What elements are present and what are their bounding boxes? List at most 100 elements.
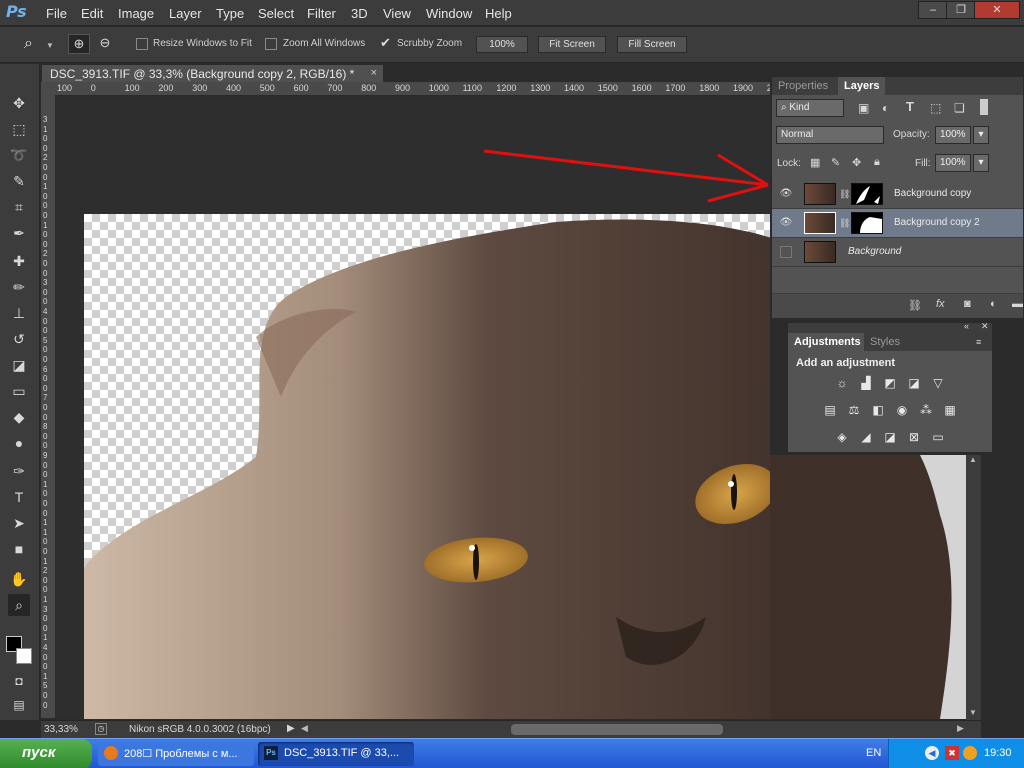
close-tab-icon[interactable]: × xyxy=(371,67,377,79)
layer-row-background[interactable]: Background xyxy=(772,238,1023,267)
scrubby-zoom-checkbox[interactable]: ✔ xyxy=(380,35,391,51)
menu-window[interactable]: Window xyxy=(426,6,472,21)
fill-screen-button[interactable]: Fill Screen xyxy=(617,36,687,53)
vertical-scrollbar[interactable]: ▲ ▼ xyxy=(966,455,981,720)
minimize-button[interactable]: – xyxy=(918,1,948,19)
tab-adjustments[interactable]: Adjustments xyxy=(788,333,867,351)
layer-row-background-copy[interactable]: 👁︎ ⛓ Background copy xyxy=(772,180,1023,209)
fit-screen-button[interactable]: Fit Screen xyxy=(538,36,606,53)
type-tool-icon[interactable]: T xyxy=(8,486,30,508)
taskbar-photoshop[interactable]: Ps DSC_3913.TIF @ 33,... xyxy=(258,742,414,766)
path-select-icon[interactable]: ➤ xyxy=(8,512,30,534)
dodge-tool-icon[interactable]: ● xyxy=(8,432,30,454)
stamp-tool-icon[interactable]: ⊥ xyxy=(8,302,30,324)
update-icon[interactable] xyxy=(963,746,977,760)
blend-mode-select[interactable]: Normal xyxy=(776,126,884,144)
menu-edit[interactable]: Edit xyxy=(81,6,103,21)
panel-close-icon[interactable]: ✕ xyxy=(981,321,989,332)
zoom-tool-icon[interactable]: ⌕ xyxy=(24,35,33,53)
menu-layer[interactable]: Layer xyxy=(169,6,202,21)
fx-icon[interactable]: fx xyxy=(936,298,945,310)
new-adjustment-icon[interactable]: ◐ xyxy=(990,298,997,310)
security-icon[interactable]: ✖ xyxy=(945,746,959,760)
menu-type[interactable]: Type xyxy=(216,6,244,21)
menu-view[interactable]: View xyxy=(383,6,411,21)
blur-tool-icon[interactable]: ◆ xyxy=(8,406,30,428)
lock-all-icon[interactable]: 🔒︎ xyxy=(874,156,880,169)
filter-toggle[interactable] xyxy=(980,99,988,115)
status-menu-icon[interactable]: ▶ xyxy=(287,723,295,734)
zoom-all-checkbox[interactable] xyxy=(265,38,277,50)
shape-tool-icon[interactable]: ■ xyxy=(8,538,30,560)
lock-transparent-icon[interactable]: ▦ xyxy=(810,156,820,169)
lock-pixels-icon[interactable]: ✎ xyxy=(831,156,840,169)
color-lookup-icon[interactable]: ▦ xyxy=(942,403,958,417)
chain-icon[interactable]: ⛓ xyxy=(839,189,850,200)
quick-mask-icon[interactable]: ◘ xyxy=(8,670,30,692)
new-group-icon[interactable]: ▬ xyxy=(1012,298,1023,310)
chain-icon[interactable]: ⛓ xyxy=(839,218,850,229)
lasso-tool-icon[interactable]: ➰ xyxy=(8,144,30,166)
quick-select-tool-icon[interactable]: ✎ xyxy=(8,170,30,192)
fill-dropdown-icon[interactable]: ▾ xyxy=(973,154,989,172)
kind-filter-select[interactable]: ⌕ Kind xyxy=(776,99,844,117)
zoom-in-icon[interactable]: ⊕ xyxy=(68,34,90,54)
scroll-up-icon[interactable]: ▲ xyxy=(969,455,977,464)
eyedropper-tool-icon[interactable]: ✒ xyxy=(8,222,30,244)
vibrance-icon[interactable]: ▽ xyxy=(930,376,946,390)
resize-windows-checkbox[interactable] xyxy=(136,38,148,50)
visibility-toggle[interactable] xyxy=(780,246,792,258)
pen-tool-icon[interactable]: ✑ xyxy=(8,460,30,482)
restore-button[interactable]: ❐ xyxy=(946,1,976,19)
pixel-filter-icon[interactable]: ▣ xyxy=(858,101,869,115)
document-tab[interactable]: DSC_3913.TIF @ 33,3% (Background copy 2,… xyxy=(41,64,384,82)
marquee-tool-icon[interactable]: ⬚ xyxy=(8,118,30,140)
menu-filter[interactable]: Filter xyxy=(307,6,336,21)
history-brush-icon[interactable]: ↺ xyxy=(8,328,30,350)
invert-icon[interactable]: ◈ xyxy=(834,430,850,444)
levels-icon[interactable]: ▟ xyxy=(858,376,874,390)
scroll-right-icon[interactable]: ▶ xyxy=(957,723,964,734)
zoom-tool-icon[interactable]: ⌕ xyxy=(8,594,30,616)
zoom-level[interactable]: 33,33% xyxy=(44,724,78,735)
tab-properties[interactable]: Properties xyxy=(772,77,835,95)
layer-mask-thumbnail[interactable] xyxy=(851,212,883,234)
selective-color-icon[interactable]: ⊠ xyxy=(906,430,922,444)
shape-filter-icon[interactable]: ⬚ xyxy=(930,101,941,115)
add-mask-icon[interactable]: ◙ xyxy=(964,298,971,310)
lock-position-icon[interactable]: ✥ xyxy=(852,156,861,169)
opacity-input[interactable]: 100% xyxy=(935,126,971,144)
adjustment-filter-icon[interactable]: ◐ xyxy=(882,101,889,115)
menu-3d[interactable]: 3D xyxy=(351,6,368,21)
menu-select[interactable]: Select xyxy=(258,6,294,21)
eye-icon[interactable]: 👁︎ xyxy=(778,188,794,200)
horizontal-scroll-thumb[interactable] xyxy=(511,724,723,735)
move-tool-icon[interactable]: ✥ xyxy=(8,92,30,114)
menu-help[interactable]: Help xyxy=(485,6,512,21)
scroll-down-icon[interactable]: ▼ xyxy=(969,708,977,717)
brightness-icon[interactable]: ☼ xyxy=(834,376,850,390)
hue-saturation-icon[interactable]: ▤ xyxy=(822,403,838,417)
fill-input[interactable]: 100% xyxy=(935,154,971,172)
screen-mode-icon[interactable]: ▤ xyxy=(8,694,30,716)
gradient-tool-icon[interactable]: ▭ xyxy=(8,380,30,402)
zoom-100-button[interactable]: 100% xyxy=(476,36,528,53)
layer-mask-thumbnail[interactable] xyxy=(851,183,883,205)
eye-icon[interactable]: 👁︎ xyxy=(778,217,794,229)
taskbar-firefox[interactable]: 208☐ Проблемы с м... xyxy=(98,742,254,766)
hand-tool-icon[interactable]: ✋ xyxy=(8,568,30,590)
tab-layers[interactable]: Layers xyxy=(838,77,886,95)
chevron-down-icon[interactable]: ▼ xyxy=(46,41,54,50)
type-filter-icon[interactable]: T xyxy=(906,99,914,114)
exposure-icon[interactable]: ◪ xyxy=(906,376,922,390)
background-color-swatch[interactable] xyxy=(16,648,32,664)
opacity-dropdown-icon[interactable]: ▾ xyxy=(973,126,989,144)
smart-object-filter-icon[interactable]: ❏ xyxy=(954,101,965,115)
crop-tool-icon[interactable]: ⌗ xyxy=(8,196,30,218)
link-layers-icon[interactable]: ⛓ xyxy=(908,299,922,312)
brush-tool-icon[interactable]: ✏ xyxy=(8,276,30,298)
zoom-out-icon[interactable]: ⊖ xyxy=(94,34,116,54)
tab-styles[interactable]: Styles xyxy=(864,333,906,351)
channel-mixer-icon[interactable]: ⁂ xyxy=(918,403,934,417)
scroll-left-icon[interactable]: ◀ xyxy=(301,723,308,734)
